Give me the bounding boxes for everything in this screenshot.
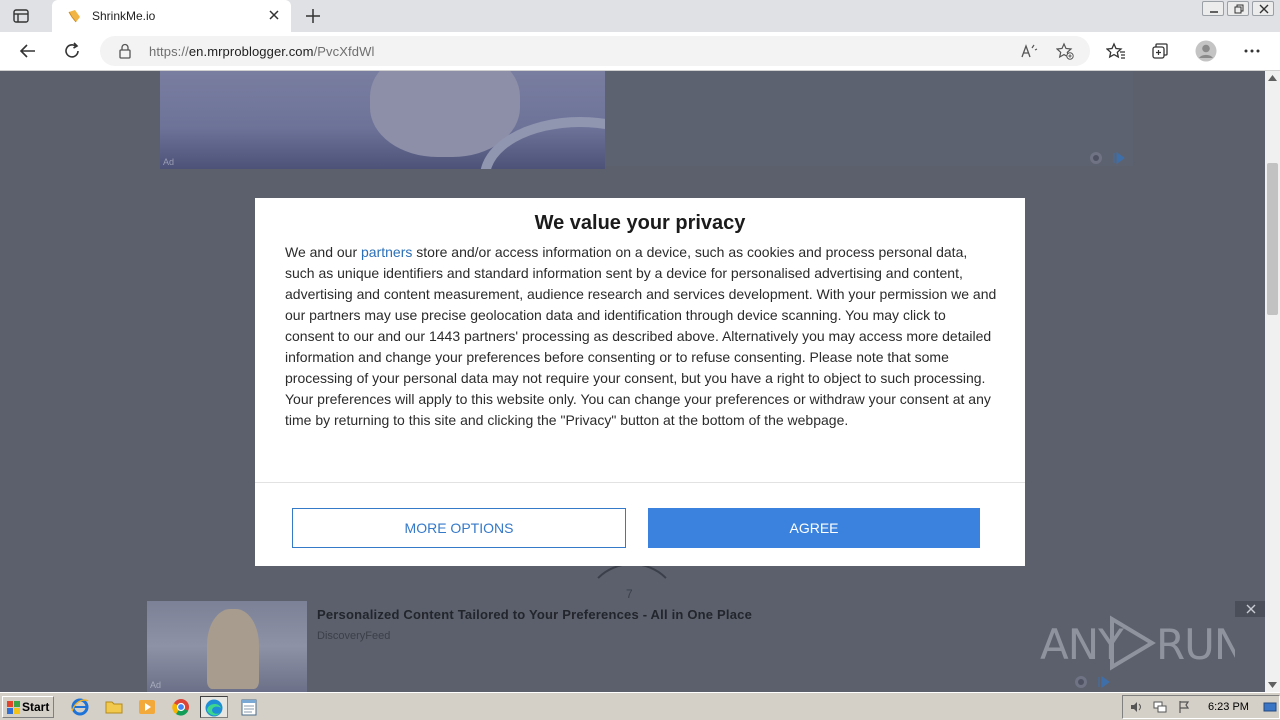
start-label: Start (22, 700, 50, 714)
bottom-adchoices-icon[interactable] (1075, 675, 1111, 689)
windows-flag-icon (7, 701, 20, 714)
window-controls (1202, 1, 1274, 17)
adchoices-icon[interactable] (1090, 151, 1126, 165)
folder-icon[interactable] (104, 697, 126, 717)
clock: 6:23 PM (1208, 701, 1249, 713)
scroll-thumb[interactable] (1267, 163, 1278, 315)
url-text[interactable]: https://en.mrproblogger.com/PvcXfdWl (149, 44, 374, 59)
ie-icon[interactable] (70, 697, 92, 717)
tab-title: ShrinkMe.io (92, 9, 156, 23)
tab-close-icon[interactable] (267, 8, 281, 22)
anyrun-logo-icon: ANY RUN (1040, 615, 1245, 671)
close-window-icon[interactable] (1252, 1, 1274, 16)
bottom-ad-label: Ad (150, 680, 162, 690)
url-path: /PvcXfdWl (313, 44, 375, 59)
network-icon[interactable] (1153, 700, 1167, 714)
scroll-down-icon[interactable] (1268, 682, 1277, 688)
notepad-icon[interactable] (239, 697, 261, 717)
dialog-body: We and our partners store and/or access … (285, 242, 997, 431)
shrinkme-favicon-icon (66, 8, 82, 24)
taskbar: Start 6:23 PM (0, 692, 1280, 720)
bottom-ad-source: DiscoveryFeed (317, 630, 391, 642)
chrome-icon[interactable] (171, 697, 193, 717)
read-aloud-icon[interactable] (1020, 42, 1038, 60)
refresh-icon[interactable] (62, 41, 82, 61)
minimize-icon[interactable] (1202, 1, 1224, 16)
url-prefix: https:// (149, 44, 189, 59)
body-text-rest: store and/or access information on a dev… (285, 244, 997, 428)
bottom-ad-image[interactable]: Ad (147, 601, 307, 692)
scroll-up-icon[interactable] (1268, 75, 1277, 81)
partners-link[interactable]: partners (361, 244, 412, 260)
agree-button[interactable]: AGREE (648, 508, 980, 548)
dialog-title: We value your privacy (534, 212, 746, 234)
url-host: en.mrproblogger.com (188, 44, 314, 59)
collections-icon[interactable] (1150, 41, 1170, 61)
media-player-icon[interactable] (137, 697, 159, 717)
volume-icon[interactable] (1129, 700, 1143, 714)
countdown-number: 7 (626, 587, 633, 601)
more-menu-icon[interactable] (1242, 41, 1262, 61)
bottom-ad-close-icon[interactable] (1235, 601, 1265, 617)
back-arrow-icon[interactable] (18, 41, 38, 61)
favorites-icon[interactable] (1105, 41, 1126, 61)
restore-icon[interactable] (1227, 1, 1249, 16)
top-ad-label: Ad (163, 157, 175, 167)
page-scrollbar[interactable] (1265, 71, 1280, 692)
bottom-ad-title[interactable]: Personalized Content Tailored to Your Pr… (317, 607, 752, 622)
new-tab-icon[interactable] (303, 6, 323, 26)
more-options-button[interactable]: MORE OPTIONS (292, 508, 626, 548)
profile-avatar-icon[interactable] (1195, 40, 1217, 62)
start-button[interactable]: Start (2, 696, 54, 718)
svg-text:RUN: RUN (1156, 620, 1235, 669)
tab-actions-icon[interactable] (12, 7, 30, 25)
body-text-start: We and our (285, 244, 362, 260)
lock-icon[interactable] (118, 43, 132, 59)
add-favorite-icon[interactable] (1055, 42, 1074, 60)
browser-toolbar: https://en.mrproblogger.com/PvcXfdWl (0, 32, 1280, 71)
top-ad-image[interactable]: Ad (160, 71, 605, 169)
browser-tab[interactable]: ShrinkMe.io (52, 0, 291, 32)
anyrun-watermark: ANY RUN (1040, 611, 1245, 673)
edge-icon[interactable] (200, 696, 228, 718)
dialog-divider (255, 482, 1025, 483)
privacy-consent-dialog: We value your privacy We and our partner… (255, 198, 1025, 566)
ad-person-figure (207, 609, 259, 689)
tab-bar: ShrinkMe.io (0, 0, 1280, 32)
system-tray: 6:23 PM (1122, 695, 1280, 719)
action-center-flag-icon[interactable] (1177, 700, 1191, 714)
top-ad-area (605, 71, 1133, 166)
address-bar[interactable]: https://en.mrproblogger.com/PvcXfdWl (100, 36, 1090, 66)
show-desktop-icon[interactable] (1263, 700, 1277, 714)
